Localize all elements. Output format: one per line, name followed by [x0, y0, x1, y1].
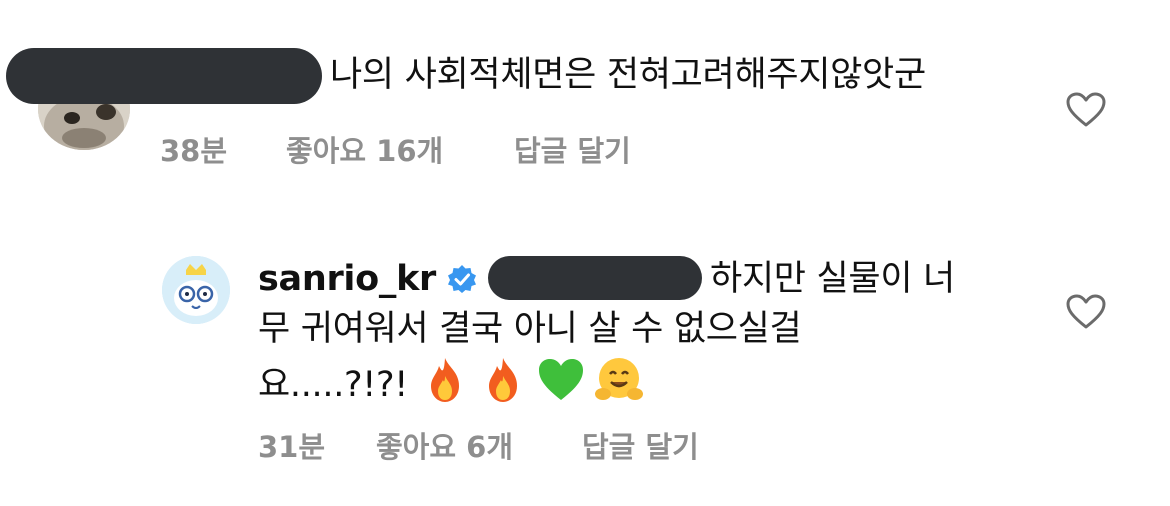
reply-button[interactable]: 답글 달기 — [514, 128, 631, 170]
comment-time: 31분 — [258, 430, 326, 464]
reply-button[interactable]: 답글 달기 — [582, 424, 699, 466]
likes-count[interactable]: 좋아요 16개 — [286, 128, 443, 170]
comment-text: 나의 사회적체면은 전혀고려해주지않앗군 — [330, 55, 926, 95]
comment-text-line3-row: 요.....?!?! — [258, 354, 1038, 414]
comment-body: sanrio_kr 하지만 실물이 너 무 귀여워서 결국 아니 살 수 없으실… — [258, 254, 1038, 414]
comment-text-line2: 무 귀여워서 결국 아니 살 수 없으실걸 — [258, 309, 802, 349]
redacted-username — [6, 48, 322, 104]
comment-text-line3: 요.....?!?! — [258, 365, 409, 405]
comment-username[interactable]: sanrio_kr — [258, 259, 436, 299]
hugging-face-emoji-icon — [594, 358, 643, 400]
verified-badge-icon — [447, 265, 476, 293]
likes-count[interactable]: 좋아요 6개 — [376, 424, 513, 466]
comment-time: 38분 — [160, 134, 228, 168]
green-heart-emoji-icon — [538, 359, 583, 400]
like-heart-icon[interactable] — [1066, 294, 1106, 330]
fire-emoji-icon — [430, 358, 459, 402]
comment-text-line1: 하지만 실물이 너 — [710, 259, 955, 299]
fire-emoji-icon — [488, 358, 517, 402]
like-heart-icon[interactable] — [1066, 92, 1106, 128]
avatar[interactable] — [162, 256, 230, 324]
redacted-mention — [488, 256, 702, 300]
sanrio-avatar-image — [162, 256, 230, 324]
